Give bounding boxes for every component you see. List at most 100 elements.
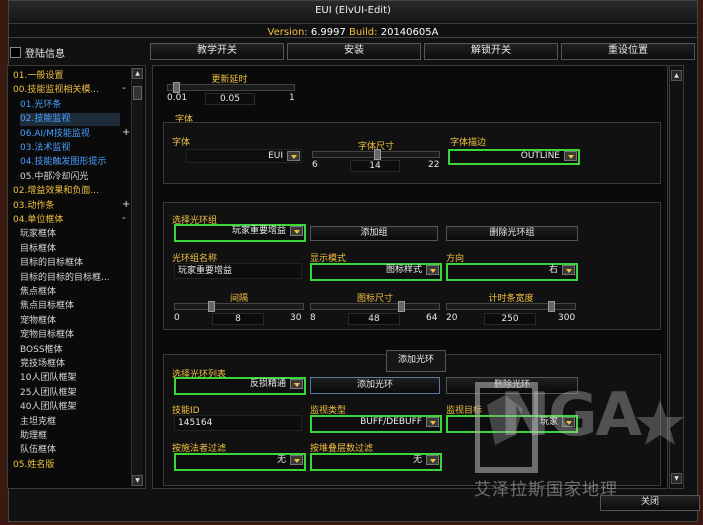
login-info-toggle[interactable]: 登陆信息 xyxy=(10,45,65,60)
watermark-text: NGA xyxy=(500,380,642,450)
spell-id-input[interactable]: 145164 xyxy=(174,415,302,431)
window-title: EUI (ElvUI-Edit) xyxy=(9,1,697,24)
slider-knob[interactable] xyxy=(373,149,381,160)
chevron-down-icon[interactable] xyxy=(562,265,575,275)
expand-icon[interactable]: + xyxy=(122,199,130,210)
spacing-slider[interactable] xyxy=(174,301,304,312)
sidebar-item[interactable]: 00.技能监视相关模... xyxy=(13,84,99,97)
watch-type-value: BUFF/DEBUFF xyxy=(360,417,422,427)
sidebar-item[interactable]: 04.技能触发图形提示 xyxy=(20,156,106,169)
sidebar-item[interactable]: 目标的目标框体 xyxy=(20,257,83,270)
sidebar-item[interactable]: 目标的目标的目标框... xyxy=(20,272,110,285)
aura-group-name-input[interactable]: 玩家重要增益 xyxy=(174,263,302,279)
sidebar-item[interactable]: 40人团队框架 xyxy=(20,401,76,414)
slider-min: 0 xyxy=(174,313,180,323)
slider-knob[interactable] xyxy=(398,301,406,312)
sidebar-item[interactable]: 队伍框体 xyxy=(20,444,56,457)
update-delay-slider[interactable] xyxy=(167,82,295,93)
sidebar-item[interactable]: 03.法术监视 xyxy=(20,142,70,155)
font-dropdown[interactable]: EUI xyxy=(186,149,302,163)
sidebar-item[interactable]: 宠物目标框体 xyxy=(20,329,74,342)
sidebar-item[interactable]: 主坦克框 xyxy=(20,416,56,429)
sidebar-item[interactable]: 06.AI/M技能监视 xyxy=(20,128,90,141)
font-value: EUI xyxy=(268,151,283,161)
sidebar-item[interactable]: 05.姓名版 xyxy=(13,459,54,472)
main-scrollbar[interactable]: ▲ ▼ xyxy=(669,65,684,489)
collapse-icon[interactable]: - xyxy=(122,213,126,224)
chevron-down-icon[interactable] xyxy=(290,379,303,389)
tutorial-toggle-button[interactable]: 教学开关 xyxy=(150,43,284,60)
sidebar-item[interactable]: 05.中部冷却闪光 xyxy=(20,171,88,184)
delete-group-button[interactable]: 删除光环组 xyxy=(446,226,578,241)
slider-max: 300 xyxy=(558,313,576,323)
slider-knob[interactable] xyxy=(208,301,216,312)
direction-dropdown[interactable]: 右 xyxy=(446,263,578,281)
sidebar-item[interactable]: 01.一般设置 xyxy=(13,70,63,83)
scroll-down-icon[interactable]: ▼ xyxy=(671,473,682,484)
scroll-up-icon[interactable]: ▲ xyxy=(671,70,682,81)
sidebar-item[interactable]: 02.技能监视 xyxy=(20,113,120,127)
login-checkbox[interactable] xyxy=(10,47,21,58)
aura-list-dropdown[interactable]: 反损精通 xyxy=(174,377,306,395)
login-label: 登陆信息 xyxy=(25,49,65,60)
add-aura-tooltip: 添加光环 xyxy=(386,350,446,372)
font-outline-dropdown[interactable]: OUTLINE xyxy=(448,149,580,165)
sidebar-item[interactable]: BOSS框体 xyxy=(20,344,63,357)
chevron-down-icon[interactable] xyxy=(287,151,300,161)
chevron-down-icon[interactable] xyxy=(426,265,439,275)
slider-knob[interactable] xyxy=(172,82,180,93)
chevron-down-icon[interactable] xyxy=(564,151,577,161)
sidebar-item[interactable]: 助理框 xyxy=(20,430,47,443)
add-aura-button[interactable]: 添加光环 xyxy=(310,377,440,394)
chevron-down-icon[interactable] xyxy=(290,226,303,236)
chevron-down-icon[interactable] xyxy=(426,417,439,427)
sidebar-item[interactable]: 竞技场框体 xyxy=(20,358,65,371)
bar-width-value[interactable]: 250 xyxy=(484,313,536,325)
direction-value: 右 xyxy=(548,265,558,275)
sidebar-item[interactable]: 01.光环条 xyxy=(20,99,61,112)
slider-min: 8 xyxy=(310,313,316,323)
sidebar-scrollbar[interactable]: ▲ ▼ xyxy=(131,68,143,486)
font-outline-label: 字体描边 xyxy=(450,138,487,148)
unlock-toggle-button[interactable]: 解锁开关 xyxy=(424,43,558,60)
sidebar-item[interactable]: 宠物框体 xyxy=(20,315,56,328)
scroll-thumb[interactable] xyxy=(133,86,142,100)
update-delay-value[interactable]: 0.05 xyxy=(205,93,255,105)
slider-min: 0.01 xyxy=(167,93,188,103)
install-button[interactable]: 安装 xyxy=(287,43,421,60)
reset-position-button[interactable]: 重设位置 xyxy=(561,43,695,60)
sidebar-item[interactable]: 25人团队框架 xyxy=(20,387,76,400)
sidebar-item[interactable]: 04.单位框体 xyxy=(13,214,63,227)
stack-filter-dropdown[interactable]: 无 xyxy=(310,453,442,471)
chevron-down-icon[interactable] xyxy=(290,455,303,465)
scroll-down-icon[interactable]: ▼ xyxy=(132,475,143,486)
close-button[interactable]: 关闭 xyxy=(600,495,700,511)
slider-max: 64 xyxy=(426,313,438,323)
slider-min: 6 xyxy=(312,160,318,170)
sidebar-item[interactable]: 玩家框体 xyxy=(20,228,56,241)
add-group-button[interactable]: 添加组 xyxy=(310,226,438,241)
scroll-up-icon[interactable]: ▲ xyxy=(132,68,143,79)
watch-type-dropdown[interactable]: BUFF/DEBUFF xyxy=(310,415,442,433)
chevron-down-icon[interactable] xyxy=(426,455,439,465)
sidebar-item[interactable]: 10人团队框架 xyxy=(20,372,76,385)
sidebar-item[interactable]: 焦点框体 xyxy=(20,286,56,299)
icon-size-slider[interactable] xyxy=(310,301,440,312)
display-mode-dropdown[interactable]: 图标样式 xyxy=(310,263,442,281)
font-size-slider[interactable] xyxy=(312,149,440,160)
bar-width-slider[interactable] xyxy=(446,301,576,312)
sidebar-item[interactable]: 03.动作条 xyxy=(13,200,54,213)
slider-knob[interactable] xyxy=(547,301,555,312)
sidebar-item[interactable]: 目标框体 xyxy=(20,243,56,256)
collapse-icon[interactable]: - xyxy=(122,83,126,94)
slider-max: 1 xyxy=(289,93,295,103)
expand-icon[interactable]: + xyxy=(122,127,130,138)
stack-filter-value: 无 xyxy=(412,455,422,465)
sidebar-item[interactable]: 焦点目标框体 xyxy=(20,300,74,313)
font-size-value[interactable]: 14 xyxy=(350,160,400,172)
caster-filter-dropdown[interactable]: 无 xyxy=(174,453,306,471)
sidebar-item[interactable]: 02.增益效果和负面... xyxy=(13,185,99,198)
spacing-value[interactable]: 8 xyxy=(212,313,264,325)
icon-size-value[interactable]: 48 xyxy=(348,313,400,325)
aura-group-dropdown[interactable]: 玩家重要增益 xyxy=(174,224,306,242)
